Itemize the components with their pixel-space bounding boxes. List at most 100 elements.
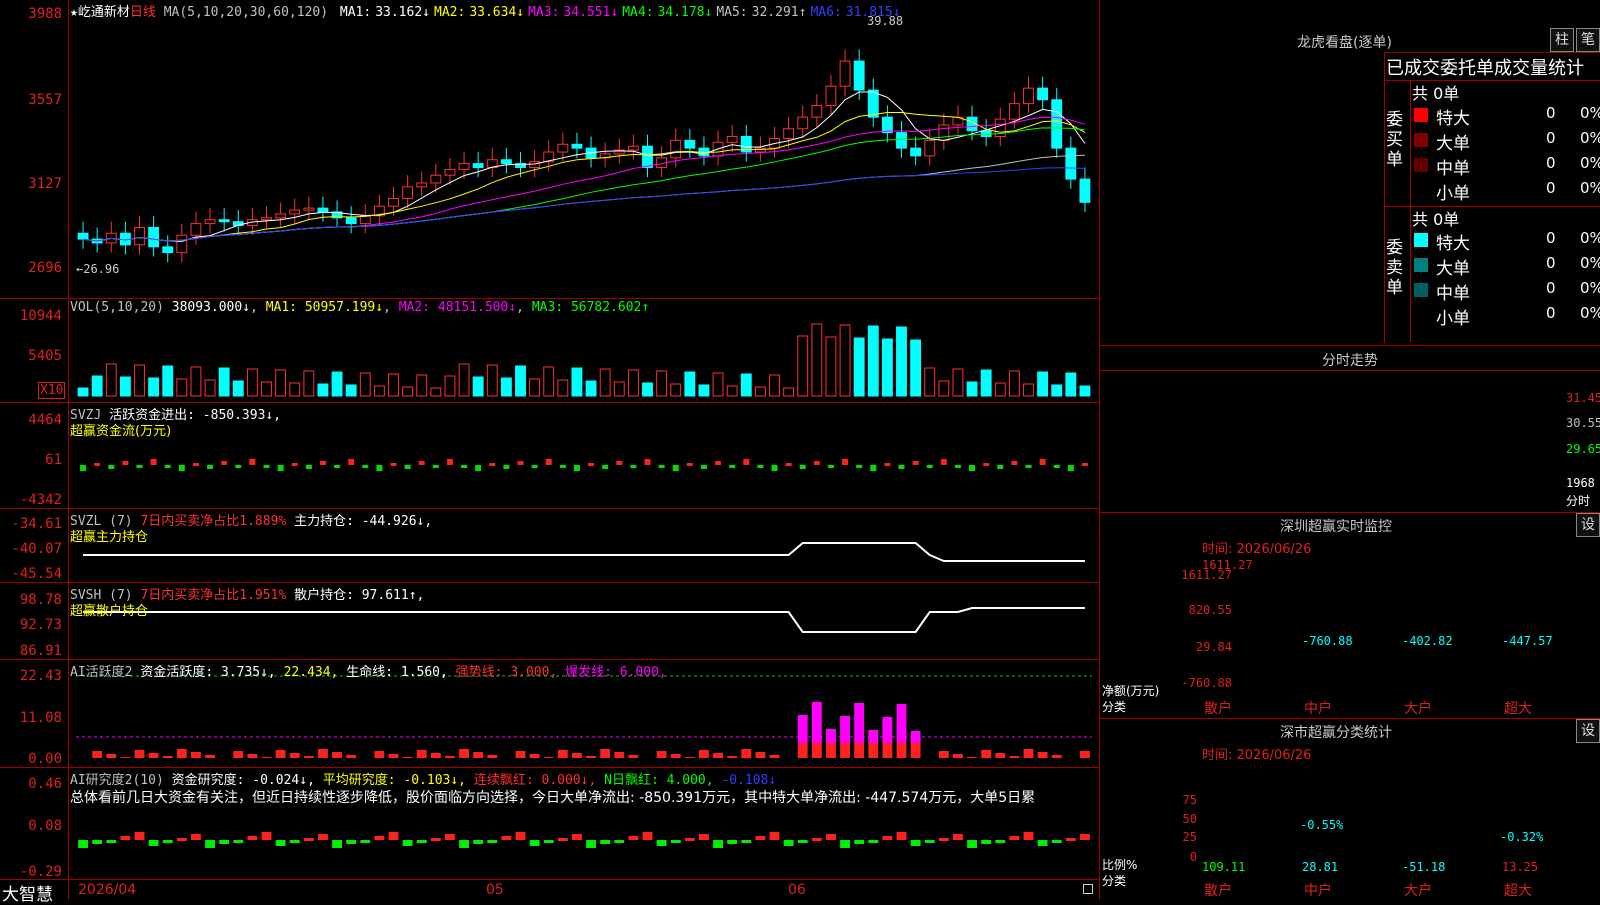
lhb-row-name: 中单 xyxy=(1436,159,1470,179)
monitor-settings-button[interactable]: 设 xyxy=(1576,513,1600,537)
monitor-axis: 820.55 xyxy=(1188,603,1232,617)
ai2-axis-label: 0.08 xyxy=(28,818,62,834)
chart-mark xyxy=(317,383,329,397)
chart-mark xyxy=(348,459,355,465)
lock-icon[interactable] xyxy=(1083,884,1093,894)
chart-mark xyxy=(981,750,992,758)
classstat-pct: -0.32% xyxy=(1500,830,1544,844)
chart-mark xyxy=(218,367,230,397)
chart-mark xyxy=(827,465,834,468)
fenshi-axis: 31.45 xyxy=(1566,391,1600,405)
chart-mark xyxy=(754,386,766,397)
monitor-cat-label: 分类 xyxy=(1102,700,1127,714)
chart-mark xyxy=(698,384,710,397)
chart-mark xyxy=(910,840,921,846)
chart-mark xyxy=(715,461,722,465)
chart-mark xyxy=(190,223,202,236)
vol-header: VOL(5,10,20) 38093.000↓, MA1: 50957.199↓… xyxy=(70,300,650,315)
chart-mark xyxy=(882,717,893,743)
chart-mark xyxy=(332,752,342,758)
chart-mark xyxy=(658,465,665,468)
sell-count: 共 0单 xyxy=(1412,210,1460,229)
chart-mark xyxy=(303,756,314,758)
fenshi-title: 分时走势 xyxy=(1322,353,1378,369)
classstat-value: -51.18 xyxy=(1402,860,1446,874)
chart-mark xyxy=(390,463,397,466)
bar-view-button[interactable]: 柱 xyxy=(1550,28,1574,52)
chart-mark xyxy=(572,834,582,840)
chart-mark xyxy=(656,751,667,758)
chart-mark xyxy=(529,378,541,397)
chart-mark xyxy=(388,832,399,840)
low-annotation: ←26.96 xyxy=(76,262,120,276)
chart-mark xyxy=(134,750,145,758)
ma-name: MA5: xyxy=(716,5,748,20)
chart-mark xyxy=(303,207,315,211)
chart-mark xyxy=(219,840,230,844)
buy-side-label: 委买单 xyxy=(1386,110,1403,170)
monitor-value: -760.88 xyxy=(1302,634,1353,648)
chart-mark xyxy=(162,756,173,758)
lhb-row-p: 0% xyxy=(1580,279,1600,297)
buy-count: 共 0单 xyxy=(1412,84,1460,103)
chart-mark xyxy=(571,367,583,397)
stock-name[interactable]: 屹通新材 xyxy=(78,5,130,20)
chart-mark xyxy=(205,755,215,758)
ma-item-4: MA4: 34.178↓ xyxy=(622,5,712,20)
chart-mark xyxy=(164,465,171,468)
chart-mark xyxy=(459,840,469,848)
chart-mark xyxy=(602,465,609,469)
divider xyxy=(1100,370,1600,371)
chart-mark xyxy=(346,840,357,844)
chart-mark xyxy=(557,379,569,397)
ma-value: 34.551↓ xyxy=(563,5,619,20)
chart-mark xyxy=(797,743,808,758)
ma-item-5: MA5: 32.291↑ xyxy=(716,5,806,20)
brand-logo[interactable]: 大智慧 xyxy=(2,880,53,905)
classstat-title: 深市超赢分类统计 xyxy=(1280,725,1392,741)
classstat-cat-label: 分类 xyxy=(1102,874,1127,888)
chart-mark xyxy=(360,840,371,843)
lhb-row-name: 特大 xyxy=(1436,234,1470,254)
chart-mark xyxy=(473,752,484,758)
classstat-settings-button[interactable]: 设 xyxy=(1576,719,1600,743)
chart-mark xyxy=(162,840,173,843)
lhb-row-v: 0 xyxy=(1546,254,1556,272)
chart-mark xyxy=(840,840,850,848)
ma-value: 33.162↓ xyxy=(375,5,430,20)
chart-mark xyxy=(191,834,201,840)
chart-mark xyxy=(853,337,865,397)
chart-mark xyxy=(77,387,89,397)
chart-mark xyxy=(332,840,342,848)
chart-mark xyxy=(966,381,978,397)
chart-mark xyxy=(896,832,907,840)
price-header: ★屹通新材日线 MA(5,10,20,30,60,120) MA1: 33.162… xyxy=(70,1,901,20)
chart-mark xyxy=(628,836,639,840)
x-axis-date: 06 xyxy=(788,882,806,898)
chart-mark xyxy=(418,461,425,465)
svzl-value: -44.926↓, xyxy=(361,514,433,529)
chart-mark xyxy=(726,385,738,397)
chart-mark xyxy=(769,755,780,758)
lhb-title: 龙虎看盘(逐单) xyxy=(1297,35,1392,51)
chart-mark xyxy=(362,465,369,468)
chart-mark xyxy=(445,756,455,758)
chart-mark xyxy=(148,377,160,397)
chart-mark xyxy=(1025,465,1032,468)
chart-mark xyxy=(94,463,101,466)
kline-chart[interactable] xyxy=(0,0,1100,900)
classstat-axis: 75 xyxy=(1182,793,1197,807)
chart-mark xyxy=(108,465,115,469)
chart-mark xyxy=(176,378,188,397)
tick-view-button[interactable]: 笔 xyxy=(1576,28,1600,52)
classstat-time: 时间: 2026/06/26 xyxy=(1202,748,1312,763)
chart-mark xyxy=(727,840,738,844)
monitor-category: 大户 xyxy=(1404,701,1432,717)
ai2-t1: 资金研究度: xyxy=(171,773,245,788)
fenshi-vol: 1968 xyxy=(1566,476,1595,490)
chart-mark xyxy=(1023,87,1034,105)
chart-mark xyxy=(543,366,555,397)
chart-mark xyxy=(192,463,199,466)
ai1-header: AI活跃度2 资金活跃度: 3.735↓, 22.434, 生命线: 1.560… xyxy=(70,661,667,680)
period-label[interactable]: 日线 xyxy=(130,5,156,20)
